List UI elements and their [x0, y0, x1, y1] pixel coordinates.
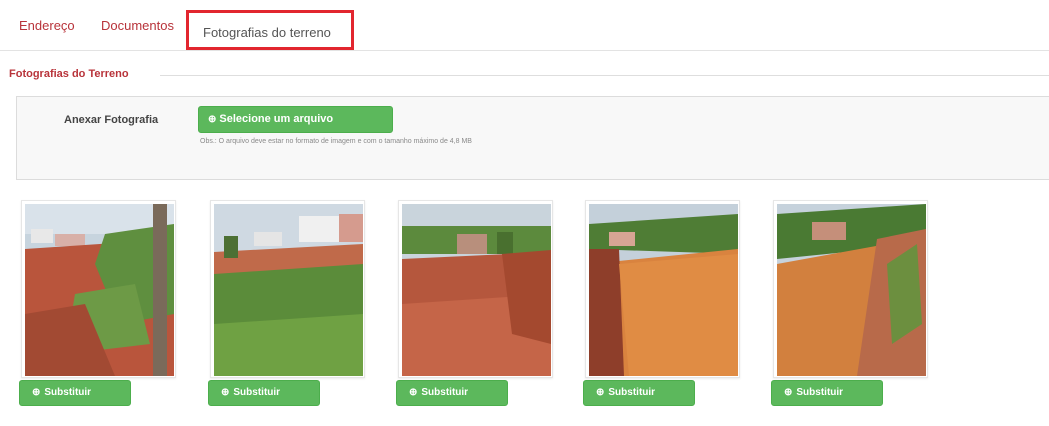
replace-icon: ⊕: [409, 387, 418, 398]
tab-documentos[interactable]: Documentos: [101, 18, 174, 33]
replace-label: Substituir: [608, 387, 656, 398]
select-file-button[interactable]: ⊕ Selecione um arquivo: [198, 106, 393, 133]
upload-hint: Obs.: O arquivo deve estar no formato de…: [200, 138, 472, 145]
replace-label: Substituir: [421, 387, 469, 398]
upload-panel: [16, 96, 1049, 180]
terrain-photo[interactable]: [402, 204, 551, 376]
terrain-photo[interactable]: [589, 204, 738, 376]
photo-card: [210, 200, 365, 378]
upload-icon: ⊕: [208, 114, 217, 125]
tab-fotografias[interactable]: Fotografias do terreno: [186, 10, 354, 50]
upload-label: Anexar Fotografia: [64, 114, 159, 126]
replace-icon: ⊕: [596, 387, 605, 398]
select-file-label: Selecione um arquivo: [219, 113, 334, 125]
replace-label: Substituir: [796, 387, 844, 398]
terrain-photo[interactable]: [214, 204, 363, 376]
replace-button[interactable]: ⊕ Substituir: [583, 380, 695, 406]
replace-label: Substituir: [233, 387, 281, 398]
terrain-photo[interactable]: [777, 204, 926, 376]
replace-icon: ⊕: [32, 387, 41, 398]
section-legend: Fotografias do Terreno: [9, 68, 135, 80]
replace-icon: ⊕: [221, 387, 230, 398]
replace-icon: ⊕: [784, 387, 793, 398]
terrain-photo[interactable]: [25, 204, 174, 376]
photo-card: [398, 200, 553, 378]
replace-button[interactable]: ⊕ Substituir: [771, 380, 883, 406]
replace-label: Substituir: [44, 387, 92, 398]
replace-button[interactable]: ⊕ Substituir: [396, 380, 508, 406]
tab-endereco[interactable]: Endereço: [19, 18, 75, 33]
replace-button[interactable]: ⊕ Substituir: [19, 380, 131, 406]
photo-card: [585, 200, 740, 378]
fieldset-border: [160, 75, 1049, 76]
replace-button[interactable]: ⊕ Substituir: [208, 380, 320, 406]
tab-bar: Endereço Documentos Fotografias do terre…: [0, 0, 1049, 51]
photo-card: [773, 200, 928, 378]
photo-card: [21, 200, 176, 378]
